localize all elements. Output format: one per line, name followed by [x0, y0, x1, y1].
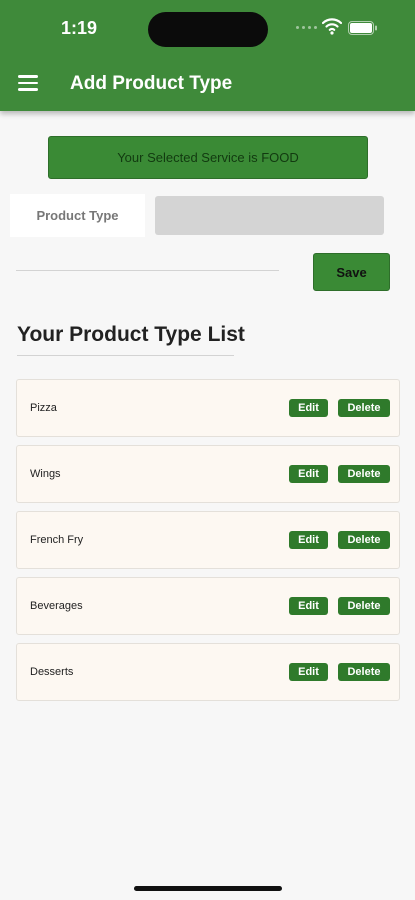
selected-service-banner: Your Selected Service is FOOD: [48, 136, 368, 179]
list-item-name: Wings: [30, 468, 61, 480]
product-type-list: Pizza Edit Delete Wings Edit Delete Fren…: [16, 379, 400, 709]
list-item: Pizza Edit Delete: [16, 379, 400, 437]
delete-button[interactable]: Delete: [338, 531, 390, 549]
page-title: Add Product Type: [70, 73, 233, 94]
edit-button[interactable]: Edit: [289, 597, 328, 615]
edit-button[interactable]: Edit: [289, 465, 328, 483]
list-item-name: Beverages: [30, 600, 83, 612]
product-type-list-heading: Your Product Type List: [17, 323, 245, 346]
list-item-name: French Fry: [30, 534, 84, 546]
product-type-input[interactable]: [155, 196, 384, 235]
product-type-label: Product Type: [10, 194, 145, 237]
status-time: 1:19: [61, 18, 98, 38]
battery-icon: [348, 21, 377, 35]
list-item-name: Pizza: [30, 402, 57, 414]
list-item: French Fry Edit Delete: [16, 511, 400, 569]
hamburger-menu-icon[interactable]: [18, 75, 38, 91]
home-indicator[interactable]: [134, 886, 282, 891]
wifi-icon: [322, 18, 342, 35]
edit-button[interactable]: Edit: [289, 399, 328, 417]
delete-button[interactable]: Delete: [338, 663, 390, 681]
delete-button[interactable]: Delete: [338, 399, 390, 417]
divider: [17, 355, 234, 356]
list-item: Desserts Edit Delete: [16, 643, 400, 701]
edit-button[interactable]: Edit: [289, 531, 328, 549]
edit-button[interactable]: Edit: [289, 663, 328, 681]
delete-button[interactable]: Delete: [338, 597, 390, 615]
dynamic-island: [148, 12, 268, 47]
list-item: Wings Edit Delete: [16, 445, 400, 503]
app-bar: 1:19 Add Product Type: [0, 0, 415, 111]
divider: [16, 270, 279, 271]
cellular-signal-icon: [296, 26, 317, 29]
save-button[interactable]: Save: [313, 253, 390, 291]
list-item-name: Desserts: [30, 666, 74, 678]
delete-button[interactable]: Delete: [338, 465, 390, 483]
list-item: Beverages Edit Delete: [16, 577, 400, 635]
